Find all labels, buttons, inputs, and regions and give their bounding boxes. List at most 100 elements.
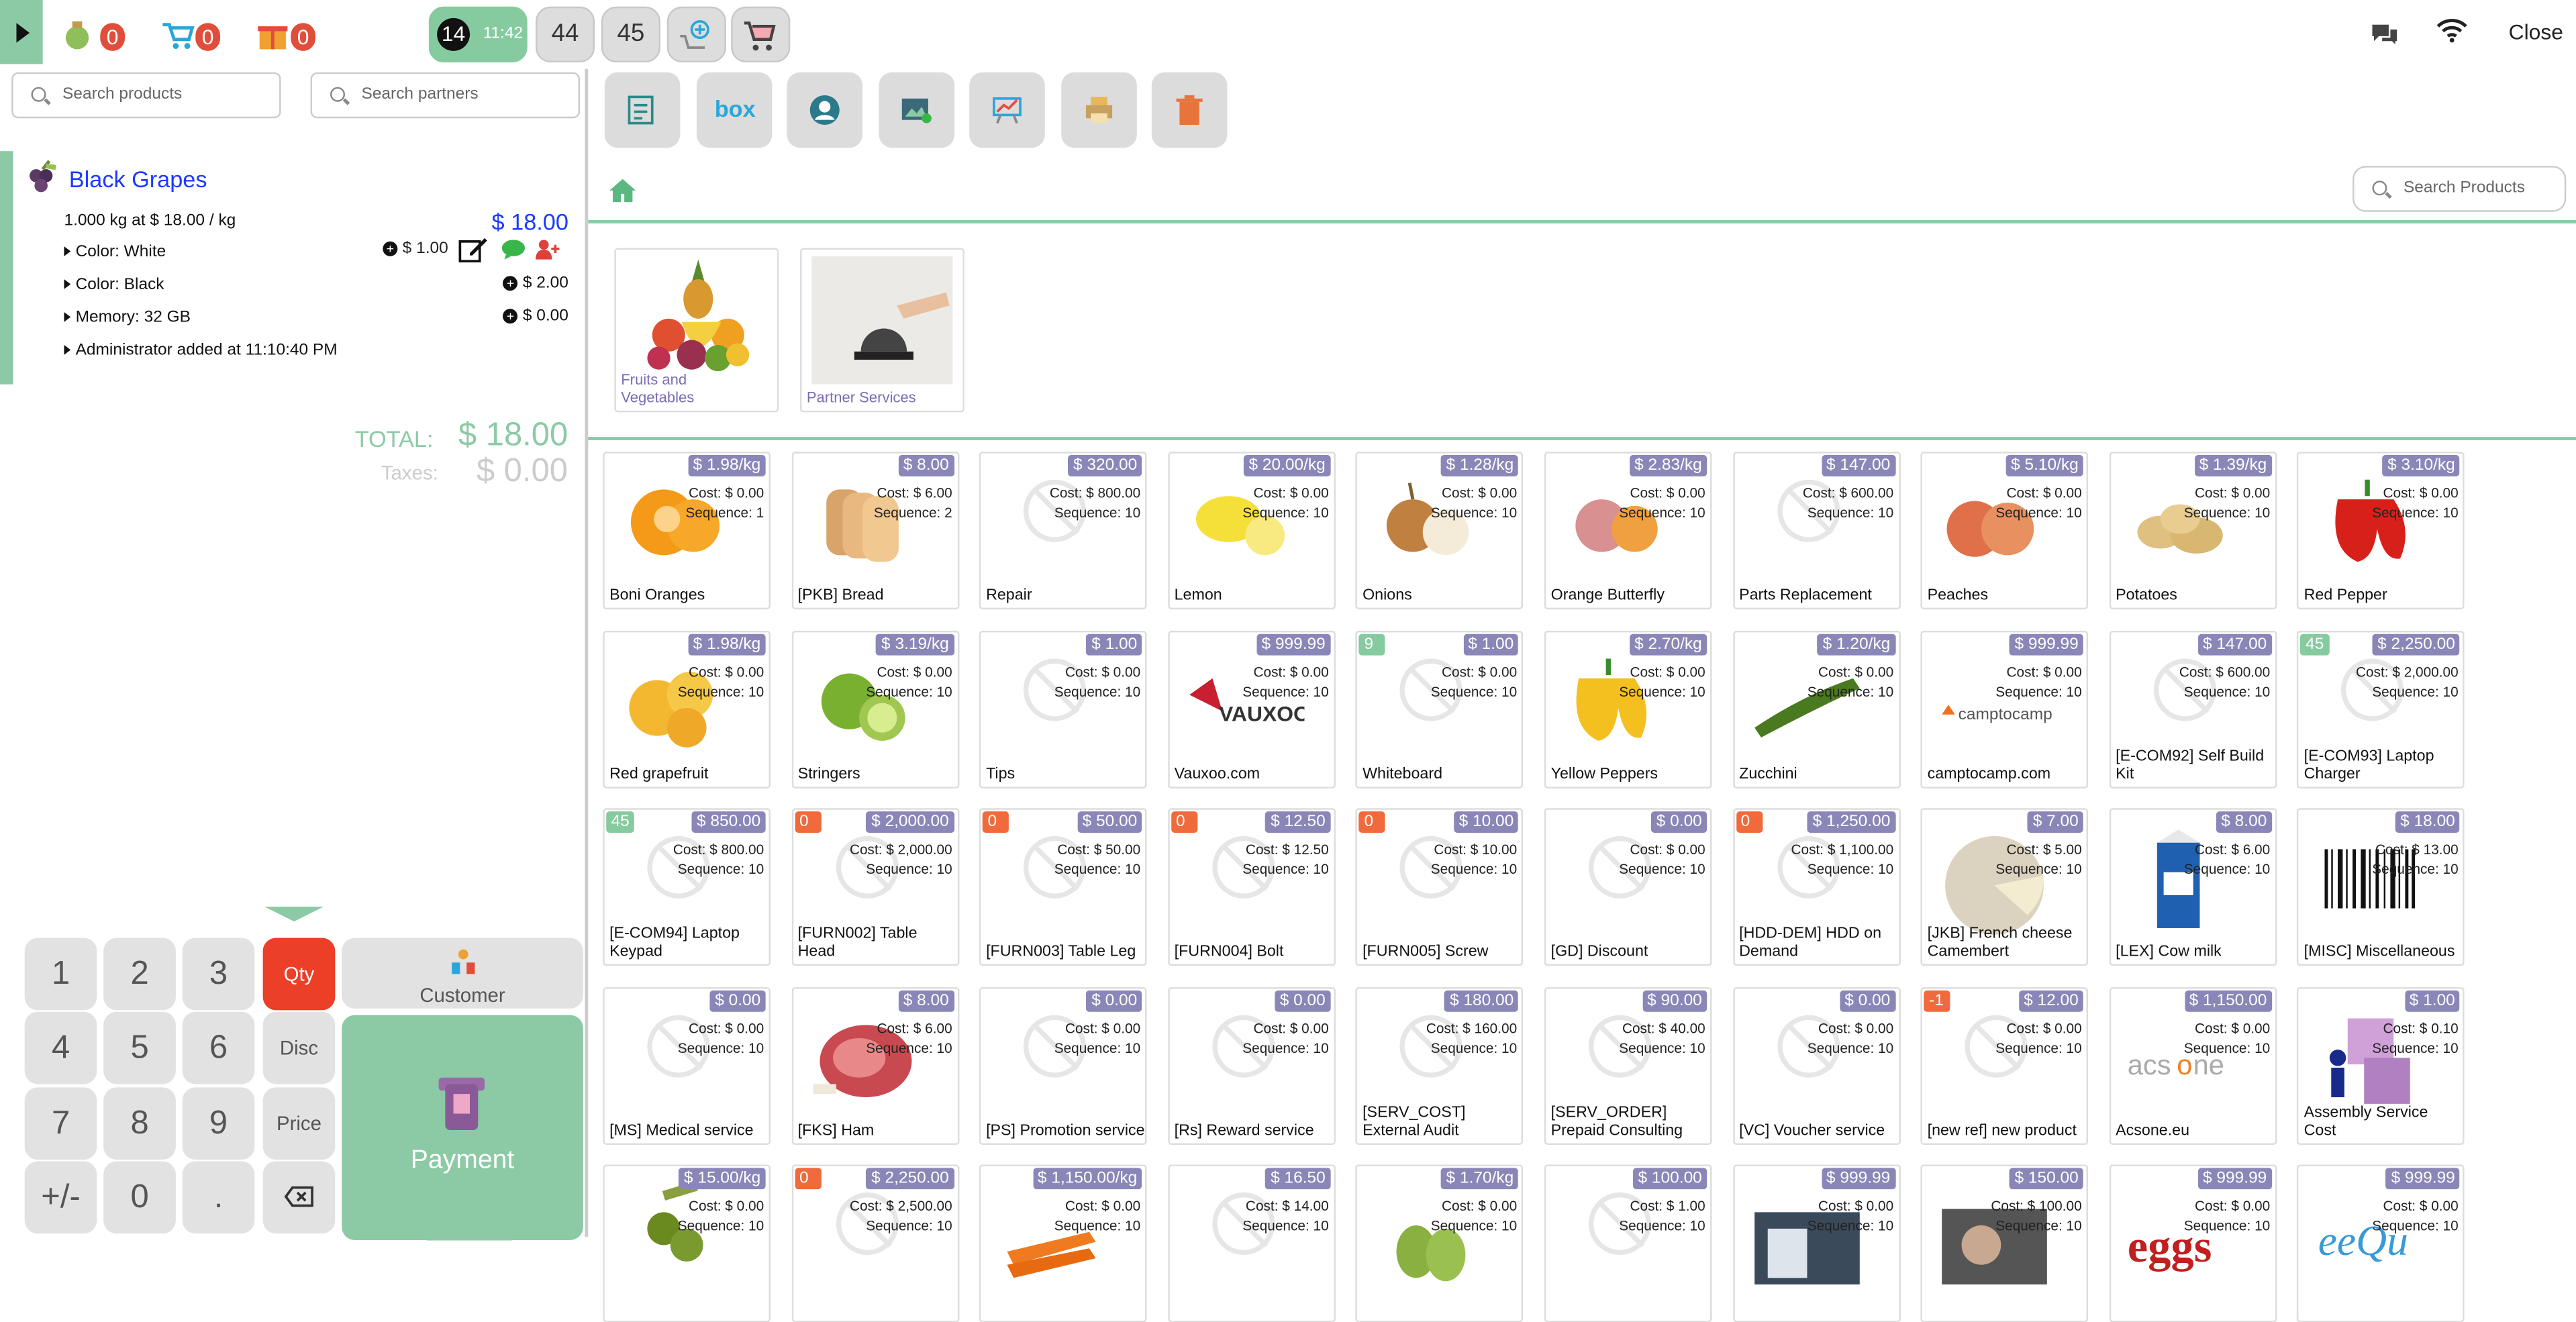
home-icon[interactable] xyxy=(608,177,638,203)
numpad-key-2[interactable]: 2 xyxy=(103,937,176,1011)
customer-button[interactable]: Customer xyxy=(342,937,583,1009)
product-card[interactable]: $ 0.00 Cost: $ 0.00 Sequence: 10 [GD] Disco… xyxy=(1544,808,1712,966)
product-card[interactable]: camptocamp $ 999.99 Cost: $ 0.00 Sequence: … xyxy=(1920,629,2089,788)
product-card[interactable]: $ 16.50 Cost: $ 14.00 Sequence: 10 xyxy=(1167,1164,1336,1322)
product-card[interactable]: $ 20.00/kg Cost: $ 0.00 Sequence: 10 Lemon xyxy=(1167,452,1336,610)
product-card[interactable]: $ 2,250.00 45 Cost: $ 2,000.00 Sequence: 10… xyxy=(2297,629,2465,788)
product-card[interactable]: $ 1.00 Cost: $ 0.10 Sequence: 10 Assembly S… xyxy=(2297,986,2465,1144)
add-user-icon[interactable] xyxy=(535,240,560,260)
product-card[interactable]: acs o ne $ 1,150.00 Cost: $ 0.00 Sequence: 10… xyxy=(2109,986,2277,1144)
comment-icon[interactable] xyxy=(501,240,526,260)
numpad-key-1[interactable]: 1 xyxy=(24,937,97,1011)
attribute-row[interactable]: Administrator added at 11:10:40 PM xyxy=(64,342,338,360)
product-card[interactable]: $ 0.00 Cost: $ 0.00 Sequence: 10 [VC] Vouch… xyxy=(1732,986,1900,1144)
product-card[interactable]: $ 1.00 Cost: $ 0.00 Sequence: 10 Tips xyxy=(979,629,1147,788)
cart-order-button[interactable] xyxy=(731,6,791,63)
cart-icon[interactable] xyxy=(159,16,195,52)
backspace-button[interactable] xyxy=(262,1161,336,1234)
product-card[interactable]: $ 1.70/kg Cost: $ 0.00 Sequence: 10 xyxy=(1356,1164,1524,1322)
money-bag-icon[interactable] xyxy=(61,16,97,52)
chat-icon[interactable] xyxy=(2371,21,2399,45)
order-tab-active[interactable]: 14 11:42 xyxy=(428,6,528,63)
product-card[interactable]: $ 0.00 Cost: $ 0.00 Sequence: 10 [MS] Medic… xyxy=(603,986,771,1144)
product-card[interactable]: $ 8.00 Cost: $ 6.00 Sequence: 2 [PKB] Bread xyxy=(791,452,959,610)
product-card[interactable]: $ 18.00 Cost: $ 13.00 Sequence: 10 [MISC] M… xyxy=(2297,808,2465,966)
image-button[interactable] xyxy=(879,72,955,148)
product-card[interactable]: $ 150.00 Cost: $ 100.00 Sequence: 10 xyxy=(1920,1164,2089,1322)
numpad-key-7[interactable]: 7 xyxy=(24,1087,97,1160)
numpad-key-9[interactable]: 9 xyxy=(182,1087,255,1160)
product-card[interactable]: $ 2.70/kg Cost: $ 0.00 Sequence: 10 Yellow … xyxy=(1544,629,1712,788)
product-card[interactable]: $ 3.19/kg Cost: $ 0.00 Sequence: 10 Stringe… xyxy=(791,629,959,788)
product-card[interactable]: $ 8.00 Cost: $ 6.00 Sequence: 10 [FKS] Ham xyxy=(791,986,959,1144)
category-partner-services[interactable]: Partner Services xyxy=(800,248,964,413)
product-card[interactable]: $ 2,250.00 0 Cost: $ 2,500.00 Sequence: 10 xyxy=(791,1164,959,1322)
numpad-key-dot[interactable]: . xyxy=(182,1161,255,1234)
numpad-key-6[interactable]: 6 xyxy=(182,1011,255,1084)
order-tab-45[interactable]: 45 xyxy=(601,6,660,63)
qty-mode-button[interactable]: Qty xyxy=(262,937,336,1011)
product-card[interactable]: $ 1.00 9 Cost: $ 0.00 Sequence: 10 Whiteboar… xyxy=(1356,629,1524,788)
search-partners-input[interactable]: Search partners xyxy=(310,72,581,119)
numpad-key-sign[interactable]: +/- xyxy=(24,1161,97,1234)
product-card[interactable]: $ 100.00 Cost: $ 1.00 Sequence: 10 xyxy=(1544,1164,1712,1322)
product-card[interactable]: $ 1.98/kg Cost: $ 0.00 Sequence: 10 Red gra… xyxy=(603,629,771,788)
product-card[interactable]: $ 8.00 Cost: $ 6.00 Sequence: 10 [LEX] Cow … xyxy=(2109,808,2277,966)
numpad-key-4[interactable]: 4 xyxy=(24,1011,97,1084)
product-card[interactable]: $ 1,250.00 0 Cost: $ 1,100.00 Sequence: 10 [… xyxy=(1732,808,1900,966)
product-card[interactable]: $ 15.00/kg Cost: $ 0.00 Sequence: 10 xyxy=(603,1164,771,1322)
product-card[interactable]: $ 999.99 Cost: $ 0.00 Sequence: 10 xyxy=(1732,1164,1900,1322)
product-card[interactable]: $ 180.00 Cost: $ 160.00 Sequence: 10 [SERV_… xyxy=(1356,986,1524,1144)
gift-icon[interactable] xyxy=(254,16,291,52)
attribute-row[interactable]: Color: Black xyxy=(64,276,164,294)
product-card[interactable]: $ 1.98/kg Cost: $ 0.00 Sequence: 1 Boni Ora… xyxy=(603,452,771,610)
product-card[interactable]: eggs $ 999.99 Cost: $ 0.00 Sequence: 10 xyxy=(2109,1164,2277,1322)
delete-button[interactable] xyxy=(1151,72,1228,148)
product-card[interactable]: $ 90.00 Cost: $ 40.00 Sequence: 10 [SERV_OR… xyxy=(1544,986,1712,1144)
disc-mode-button[interactable]: Disc xyxy=(262,1011,336,1084)
product-card[interactable]: $ 3.10/kg Cost: $ 0.00 Sequence: 10 Red Pep… xyxy=(2297,452,2465,610)
product-card[interactable]: $ 2,000.00 0 Cost: $ 2,000.00 Sequence: 10 [… xyxy=(791,808,959,966)
product-card[interactable]: $ 147.00 Cost: $ 600.00 Sequence: 10 [E-COM… xyxy=(2109,629,2277,788)
attribute-row[interactable]: Memory: 32 GB xyxy=(64,309,191,327)
order-tab-44[interactable]: 44 xyxy=(535,6,595,63)
product-card[interactable]: $ 320.00 Cost: $ 800.00 Sequence: 10 Repair xyxy=(979,452,1147,610)
numpad-toggle[interactable] xyxy=(264,907,324,922)
sidebar-toggle-button[interactable] xyxy=(0,0,43,64)
customer-info-button[interactable] xyxy=(787,72,863,148)
numpad-key-3[interactable]: 3 xyxy=(182,937,255,1011)
report-button[interactable] xyxy=(969,72,1045,148)
search-products-input[interactable]: Search products xyxy=(11,72,281,119)
product-card[interactable]: $ 12.00 -1 Cost: $ 0.00 Sequence: 10 [new re… xyxy=(1920,986,2089,1144)
price-mode-button[interactable]: Price xyxy=(262,1087,336,1160)
product-card[interactable]: $ 12.50 0 Cost: $ 12.50 Sequence: 10 [FURN00… xyxy=(1167,808,1336,966)
product-card[interactable]: $ 7.00 Cost: $ 5.00 Sequence: 10 [JKB] Fren… xyxy=(1920,808,2089,966)
product-card[interactable]: $ 10.00 0 Cost: $ 10.00 Sequence: 10 [FURN00… xyxy=(1356,808,1524,966)
numpad-key-5[interactable]: 5 xyxy=(103,1011,176,1084)
product-card[interactable]: VAUXOO $ 999.99 Cost: $ 0.00 Sequence: 10 Va… xyxy=(1167,629,1336,788)
product-card[interactable]: $ 50.00 0 Cost: $ 50.00 Sequence: 10 [FURN00… xyxy=(979,808,1147,966)
print-button[interactable] xyxy=(1061,72,1137,148)
attribute-row[interactable]: Color: White xyxy=(64,243,166,261)
product-card[interactable]: $ 850.00 45 Cost: $ 800.00 Sequence: 10 [E-C… xyxy=(603,808,771,966)
product-card[interactable]: $ 0.00 Cost: $ 0.00 Sequence: 10 [Rs] Rewar… xyxy=(1167,986,1336,1144)
product-card[interactable]: $ 1,150.00/kg Cost: $ 0.00 Sequence: 10 xyxy=(979,1164,1147,1322)
search-products-field[interactable]: Search Products xyxy=(2352,166,2567,212)
close-button[interactable]: Close xyxy=(2509,19,2563,44)
orders-list-button[interactable] xyxy=(604,72,681,148)
box-button[interactable]: box xyxy=(696,72,773,148)
product-card[interactable]: $ 2.83/kg Cost: $ 0.00 Sequence: 10 Orange … xyxy=(1544,452,1712,610)
orderline-product-name[interactable]: Black Grapes xyxy=(69,166,207,192)
product-card[interactable]: eeQu $ 999.99 Cost: $ 0.00 Sequence: 10 xyxy=(2297,1164,2465,1322)
product-card[interactable]: $ 1.20/kg Cost: $ 0.00 Sequence: 10 Zucchin… xyxy=(1732,629,1900,788)
numpad-key-0[interactable]: 0 xyxy=(103,1161,176,1234)
product-card[interactable]: $ 1.28/kg Cost: $ 0.00 Sequence: 10 Onions xyxy=(1356,452,1524,610)
edit-note-icon[interactable] xyxy=(458,236,488,263)
product-card[interactable]: $ 5.10/kg Cost: $ 0.00 Sequence: 10 Peaches xyxy=(1920,452,2089,610)
product-card[interactable]: $ 0.00 Cost: $ 0.00 Sequence: 10 [PS] Promo… xyxy=(979,986,1147,1144)
product-card[interactable]: $ 1.39/kg Cost: $ 0.00 Sequence: 10 Potatoe… xyxy=(2109,452,2277,610)
numpad-key-8[interactable]: 8 xyxy=(103,1087,176,1160)
new-order-button[interactable] xyxy=(666,6,726,63)
payment-button[interactable]: Payment xyxy=(342,1015,583,1241)
category-fruits-vegetables[interactable]: Fruits and Vegetables xyxy=(614,248,779,413)
